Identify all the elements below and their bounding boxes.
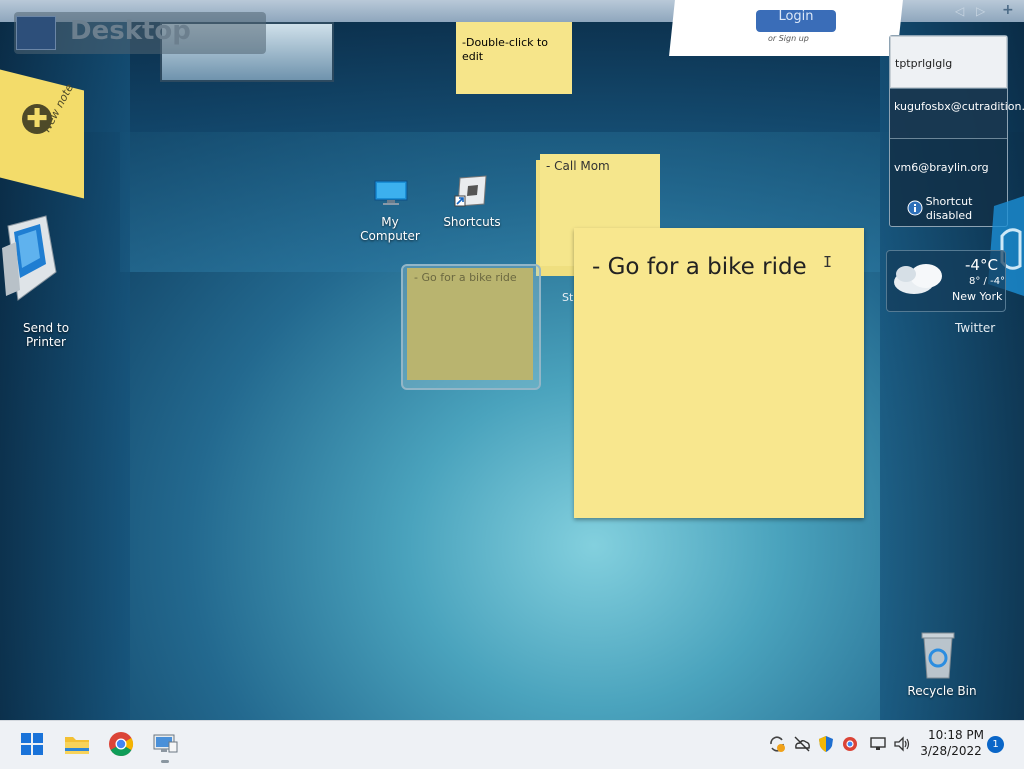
account-item[interactable]: vm6@braylin.org bbox=[890, 138, 1007, 188]
note-stack-label: St bbox=[562, 291, 574, 304]
weather-temperature: -4°C bbox=[965, 256, 998, 274]
weather-city: New York bbox=[952, 290, 1003, 303]
note-text: - Go for a bike ride bbox=[414, 271, 517, 284]
monitor-icon[interactable] bbox=[374, 180, 408, 206]
note-editor-text[interactable]: - Go for a bike ride bbox=[592, 254, 807, 280]
shortcut-status: Shortcut disabled bbox=[925, 195, 973, 222]
file-explorer-icon[interactable] bbox=[61, 728, 93, 760]
cloud-icon bbox=[894, 264, 942, 294]
login-button[interactable]: Login bbox=[756, 10, 836, 32]
active-app-indicator bbox=[161, 760, 169, 763]
twitter-label: Twitter bbox=[955, 321, 996, 335]
chrome-tray-icon[interactable] bbox=[841, 735, 859, 753]
shortcuts-icon[interactable] bbox=[454, 174, 490, 208]
recycle-bin-label: Recycle Bin bbox=[907, 684, 977, 698]
clock-date[interactable]: 3/28/2022 bbox=[916, 744, 986, 758]
back-arrow-icon[interactable]: ◁ bbox=[955, 4, 964, 18]
my-computer-label: My Computer bbox=[360, 215, 420, 243]
security-shield-icon[interactable] bbox=[817, 735, 835, 753]
forward-arrow-icon[interactable]: ▷ bbox=[976, 4, 985, 18]
clock-time[interactable]: 10:18 PM bbox=[926, 728, 986, 742]
desktop-title: Desktop bbox=[70, 16, 191, 46]
weather-range: 8° / -4° bbox=[969, 276, 1006, 287]
sticky-note-hint[interactable]: -Double-click to edit bbox=[456, 22, 572, 94]
account-item-selected[interactable]: tptprlglglg bbox=[890, 36, 1007, 88]
onedrive-offline-icon[interactable] bbox=[793, 735, 811, 753]
remote-desktop-icon[interactable] bbox=[149, 728, 181, 760]
chrome-icon[interactable] bbox=[105, 728, 137, 760]
network-icon[interactable] bbox=[869, 735, 887, 753]
add-icon[interactable]: + bbox=[1002, 2, 1014, 18]
signup-link[interactable]: or Sign up bbox=[768, 34, 809, 43]
note-text: - Call Mom bbox=[546, 159, 610, 173]
desktop-switch-icon[interactable] bbox=[16, 16, 56, 50]
printer-icon[interactable] bbox=[0, 208, 60, 304]
notification-badge[interactable]: 1 bbox=[987, 736, 1004, 753]
account-item[interactable]: kugufosbx@cutradition.com bbox=[890, 88, 1024, 138]
volume-icon[interactable] bbox=[893, 735, 911, 753]
start-button[interactable] bbox=[16, 728, 48, 760]
send-to-printer-label: Send to Printer bbox=[22, 321, 70, 349]
sticky-note-bike-ride[interactable] bbox=[407, 268, 533, 380]
recycle-bin-icon[interactable] bbox=[916, 630, 960, 680]
text-cursor-icon: I bbox=[823, 253, 833, 271]
sync-icon[interactable] bbox=[768, 735, 786, 753]
shortcuts-label: Shortcuts bbox=[443, 215, 501, 229]
